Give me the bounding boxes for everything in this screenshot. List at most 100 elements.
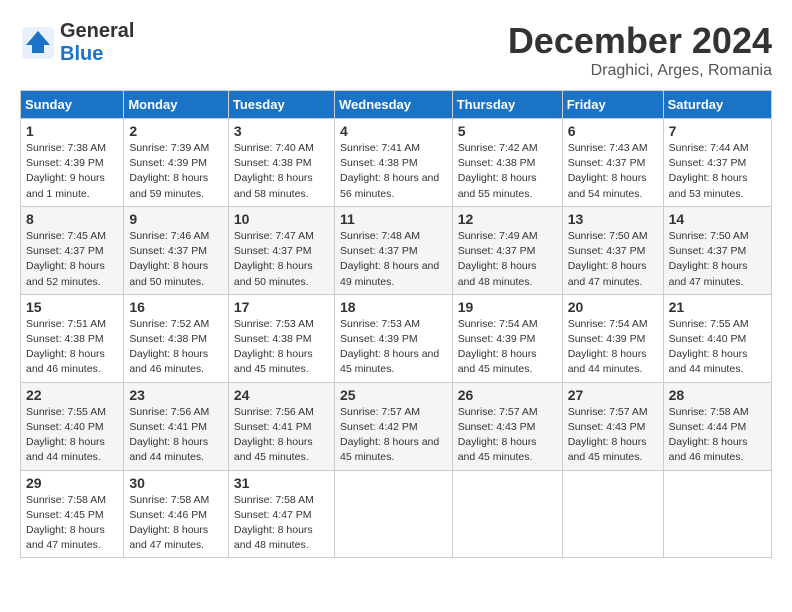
day-info: Sunrise: 7:41 AMSunset: 4:38 PMDaylight:… xyxy=(340,142,439,200)
day-info: Sunrise: 7:58 AMSunset: 4:44 PMDaylight:… xyxy=(669,406,749,464)
day-number: 13 xyxy=(568,211,658,227)
logo: General Blue xyxy=(20,20,134,66)
day-number: 18 xyxy=(340,299,447,315)
day-info: Sunrise: 7:56 AMSunset: 4:41 PMDaylight:… xyxy=(234,406,314,464)
day-cell xyxy=(334,470,452,558)
day-number: 30 xyxy=(129,475,223,491)
day-info: Sunrise: 7:42 AMSunset: 4:38 PMDaylight:… xyxy=(458,142,538,200)
logo-icon xyxy=(20,25,56,61)
day-info: Sunrise: 7:58 AMSunset: 4:47 PMDaylight:… xyxy=(234,494,314,552)
day-info: Sunrise: 7:47 AMSunset: 4:37 PMDaylight:… xyxy=(234,230,314,288)
header: General Blue December 2024 Draghici, Arg… xyxy=(20,20,772,80)
day-number: 27 xyxy=(568,387,658,403)
day-number: 21 xyxy=(669,299,766,315)
day-info: Sunrise: 7:53 AMSunset: 4:38 PMDaylight:… xyxy=(234,318,314,376)
day-cell: 16 Sunrise: 7:52 AMSunset: 4:38 PMDayligh… xyxy=(124,294,229,382)
day-number: 4 xyxy=(340,123,447,139)
day-cell: 24Sunrise: 7:56 AMSunset: 4:41 PMDayligh… xyxy=(228,382,334,470)
day-number: 3 xyxy=(234,123,329,139)
day-number: 16 xyxy=(129,299,223,315)
day-info: Sunrise: 7:58 AMSunset: 4:46 PMDaylight:… xyxy=(129,494,209,552)
day-cell: 21Sunrise: 7:55 AMSunset: 4:40 PMDayligh… xyxy=(663,294,771,382)
day-number: 1 xyxy=(26,123,118,139)
week-row-2: 8Sunrise: 7:45 AMSunset: 4:37 PMDaylight… xyxy=(21,206,772,294)
day-info: Sunrise: 7:57 AMSunset: 4:42 PMDaylight:… xyxy=(340,406,439,464)
day-info: Sunrise: 7:57 AMSunset: 4:43 PMDaylight:… xyxy=(568,406,648,464)
day-number: 6 xyxy=(568,123,658,139)
day-cell xyxy=(452,470,562,558)
day-number: 25 xyxy=(340,387,447,403)
day-cell: 3Sunrise: 7:40 AMSunset: 4:38 PMDaylight… xyxy=(228,119,334,207)
day-cell xyxy=(663,470,771,558)
day-cell: 9 Sunrise: 7:46 AMSunset: 4:37 PMDaylight… xyxy=(124,206,229,294)
day-info: Sunrise: 7:54 AMSunset: 4:39 PMDaylight:… xyxy=(458,318,538,376)
day-number: 11 xyxy=(340,211,447,227)
calendar-body: 1 Sunrise: 7:38 AMSunset: 4:39 PMDaylight… xyxy=(21,119,772,558)
day-cell: 11 Sunrise: 7:48 AMSunset: 4:37 PMDayligh… xyxy=(334,206,452,294)
day-cell: 4 Sunrise: 7:41 AMSunset: 4:38 PMDaylight… xyxy=(334,119,452,207)
day-info: Sunrise: 7:44 AMSunset: 4:37 PMDaylight:… xyxy=(669,142,749,200)
day-info: Sunrise: 7:51 AMSunset: 4:38 PMDaylight:… xyxy=(26,318,106,376)
day-info: Sunrise: 7:56 AMSunset: 4:41 PMDaylight:… xyxy=(129,406,209,464)
day-number: 9 xyxy=(129,211,223,227)
day-number: 23 xyxy=(129,387,223,403)
weekday-thursday: Thursday xyxy=(452,91,562,119)
day-cell: 18 Sunrise: 7:53 AMSunset: 4:39 PMDayligh… xyxy=(334,294,452,382)
weekday-saturday: Saturday xyxy=(663,91,771,119)
day-info: Sunrise: 7:52 AMSunset: 4:38 PMDaylight:… xyxy=(129,318,209,376)
day-info: Sunrise: 7:48 AMSunset: 4:37 PMDaylight:… xyxy=(340,230,439,288)
day-cell: 26 Sunrise: 7:57 AMSunset: 4:43 PMDayligh… xyxy=(452,382,562,470)
day-cell: 30 Sunrise: 7:58 AMSunset: 4:46 PMDayligh… xyxy=(124,470,229,558)
day-info: Sunrise: 7:46 AMSunset: 4:37 PMDaylight:… xyxy=(129,230,209,288)
day-number: 20 xyxy=(568,299,658,315)
calendar-table: SundayMondayTuesdayWednesdayThursdayFrid… xyxy=(20,90,772,558)
day-info: Sunrise: 7:54 AMSunset: 4:39 PMDaylight:… xyxy=(568,318,648,376)
day-number: 7 xyxy=(669,123,766,139)
day-number: 22 xyxy=(26,387,118,403)
day-cell: 10 Sunrise: 7:47 AMSunset: 4:37 PMDayligh… xyxy=(228,206,334,294)
day-number: 10 xyxy=(234,211,329,227)
day-number: 31 xyxy=(234,475,329,491)
day-info: Sunrise: 7:57 AMSunset: 4:43 PMDaylight:… xyxy=(458,406,538,464)
day-number: 5 xyxy=(458,123,557,139)
day-number: 14 xyxy=(669,211,766,227)
day-cell: 14 Sunrise: 7:50 AMSunset: 4:37 PMDayligh… xyxy=(663,206,771,294)
day-cell: 29 Sunrise: 7:58 AMSunset: 4:45 PMDayligh… xyxy=(21,470,124,558)
day-cell: 25 Sunrise: 7:57 AMSunset: 4:42 PMDayligh… xyxy=(334,382,452,470)
day-number: 29 xyxy=(26,475,118,491)
day-info: Sunrise: 7:43 AMSunset: 4:37 PMDaylight:… xyxy=(568,142,648,200)
day-info: Sunrise: 7:53 AMSunset: 4:39 PMDaylight:… xyxy=(340,318,439,376)
day-info: Sunrise: 7:38 AMSunset: 4:39 PMDaylight:… xyxy=(26,142,106,200)
day-info: Sunrise: 7:58 AMSunset: 4:45 PMDaylight:… xyxy=(26,494,106,552)
weekday-wednesday: Wednesday xyxy=(334,91,452,119)
day-cell: 2Sunrise: 7:39 AMSunset: 4:39 PMDaylight… xyxy=(124,119,229,207)
day-cell: 12 Sunrise: 7:49 AMSunset: 4:37 PMDayligh… xyxy=(452,206,562,294)
day-cell: 28Sunrise: 7:58 AMSunset: 4:44 PMDayligh… xyxy=(663,382,771,470)
day-number: 8 xyxy=(26,211,118,227)
week-row-3: 15Sunrise: 7:51 AMSunset: 4:38 PMDayligh… xyxy=(21,294,772,382)
day-info: Sunrise: 7:50 AMSunset: 4:37 PMDaylight:… xyxy=(669,230,749,288)
weekday-tuesday: Tuesday xyxy=(228,91,334,119)
day-info: Sunrise: 7:50 AMSunset: 4:37 PMDaylight:… xyxy=(568,230,648,288)
day-cell xyxy=(562,470,663,558)
day-number: 26 xyxy=(458,387,557,403)
day-cell: 31 Sunrise: 7:58 AMSunset: 4:47 PMDayligh… xyxy=(228,470,334,558)
day-cell: 20 Sunrise: 7:54 AMSunset: 4:39 PMDayligh… xyxy=(562,294,663,382)
day-cell: 8Sunrise: 7:45 AMSunset: 4:37 PMDaylight… xyxy=(21,206,124,294)
week-row-5: 29 Sunrise: 7:58 AMSunset: 4:45 PMDayligh… xyxy=(21,470,772,558)
weekday-friday: Friday xyxy=(562,91,663,119)
week-row-1: 1 Sunrise: 7:38 AMSunset: 4:39 PMDaylight… xyxy=(21,119,772,207)
weekday-sunday: Sunday xyxy=(21,91,124,119)
day-number: 19 xyxy=(458,299,557,315)
day-cell: 19 Sunrise: 7:54 AMSunset: 4:39 PMDayligh… xyxy=(452,294,562,382)
weekday-monday: Monday xyxy=(124,91,229,119)
day-cell: 17 Sunrise: 7:53 AMSunset: 4:38 PMDayligh… xyxy=(228,294,334,382)
day-number: 17 xyxy=(234,299,329,315)
day-cell: 27 Sunrise: 7:57 AMSunset: 4:43 PMDayligh… xyxy=(562,382,663,470)
month-title: December 2024 xyxy=(508,20,772,62)
weekday-header-row: SundayMondayTuesdayWednesdayThursdayFrid… xyxy=(21,91,772,119)
day-number: 12 xyxy=(458,211,557,227)
location-title: Draghici, Arges, Romania xyxy=(508,62,772,80)
day-info: Sunrise: 7:49 AMSunset: 4:37 PMDaylight:… xyxy=(458,230,538,288)
day-cell: 5 Sunrise: 7:42 AMSunset: 4:38 PMDaylight… xyxy=(452,119,562,207)
